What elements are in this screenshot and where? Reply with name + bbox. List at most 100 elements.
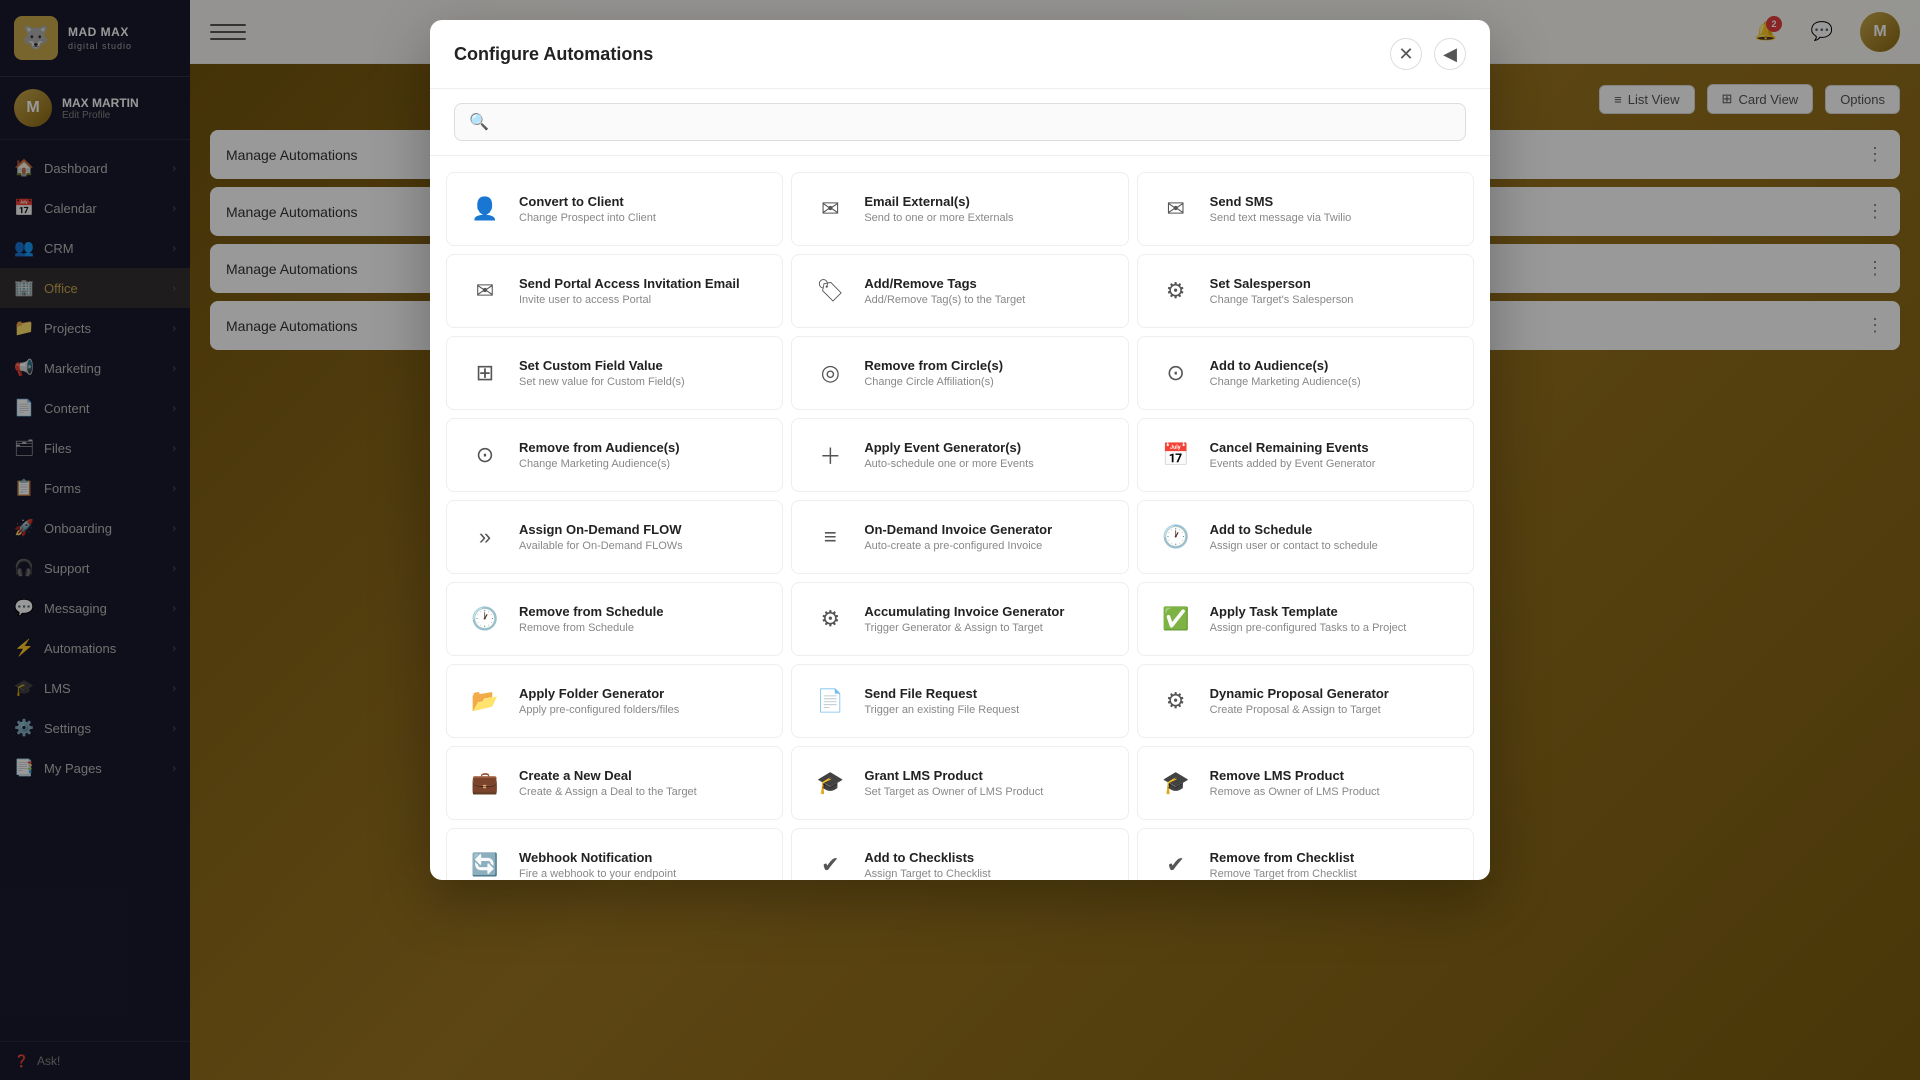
automation-item-icon: ◎ <box>810 353 850 393</box>
modal-close-button[interactable]: ✕ <box>1390 38 1422 70</box>
automation-item-remove-lms-product[interactable]: 🎓 Remove LMS Product Remove as Owner of … <box>1137 746 1474 820</box>
automation-item-title: Assign On-Demand FLOW <box>519 522 683 537</box>
back-icon: ◀ <box>1443 44 1457 65</box>
automation-item-title: Cancel Remaining Events <box>1210 440 1376 455</box>
automation-item-desc: Assign Target to Checklist <box>864 868 990 880</box>
automation-item-set-salesperson[interactable]: ⚙ Set Salesperson Change Target's Salesp… <box>1137 254 1474 328</box>
modal-search-bar: 🔍 <box>430 89 1490 156</box>
automation-item-title: Send File Request <box>864 686 1019 701</box>
automation-item-title: Send SMS <box>1210 194 1352 209</box>
automation-item-desc: Change Circle Affiliation(s) <box>864 376 1003 388</box>
automation-item-assign-on-demand-flow[interactable]: » Assign On-Demand FLOW Available for On… <box>446 500 783 574</box>
search-icon: 🔍 <box>469 112 489 132</box>
automation-item-apply-task-template[interactable]: ✅ Apply Task Template Assign pre-configu… <box>1137 582 1474 656</box>
automation-item-desc: Available for On-Demand FLOWs <box>519 540 683 552</box>
automation-grid: 👤 Convert to Client Change Prospect into… <box>430 156 1490 880</box>
automation-item-title: Remove from Checklist <box>1210 850 1357 865</box>
automation-item-desc: Change Prospect into Client <box>519 212 656 224</box>
automation-item-icon: ＋ <box>810 435 850 475</box>
automation-item-icon: 🕐 <box>465 599 505 639</box>
automation-item-desc: Add/Remove Tag(s) to the Target <box>864 294 1025 306</box>
automation-item-icon: 🔄 <box>465 845 505 880</box>
modal-overlay[interactable]: Configure Automations ✕ ◀ 🔍 👤 Convert to… <box>0 0 1920 1080</box>
automation-item-set-custom-field[interactable]: ⊞ Set Custom Field Value Set new value f… <box>446 336 783 410</box>
automation-item-grant-lms-product[interactable]: 🎓 Grant LMS Product Set Target as Owner … <box>791 746 1128 820</box>
automation-item-desc: Change Marketing Audience(s) <box>1210 376 1361 388</box>
automation-item-desc: Auto-create a pre-configured Invoice <box>864 540 1052 552</box>
automation-item-desc: Change Target's Salesperson <box>1210 294 1354 306</box>
automation-item-title: Add to Schedule <box>1210 522 1378 537</box>
automation-item-send-file-request[interactable]: 📄 Send File Request Trigger an existing … <box>791 664 1128 738</box>
automation-item-desc: Change Marketing Audience(s) <box>519 458 680 470</box>
automation-item-title: Accumulating Invoice Generator <box>864 604 1064 619</box>
automation-item-apply-folder-generator[interactable]: 📂 Apply Folder Generator Apply pre-confi… <box>446 664 783 738</box>
automation-item-send-portal-access[interactable]: ✉ Send Portal Access Invitation Email In… <box>446 254 783 328</box>
automation-item-remove-from-circle[interactable]: ◎ Remove from Circle(s) Change Circle Af… <box>791 336 1128 410</box>
automation-item-desc: Set new value for Custom Field(s) <box>519 376 685 388</box>
automation-item-icon: 🎓 <box>1156 763 1196 803</box>
search-input-wrap: 🔍 <box>454 103 1466 141</box>
automation-item-remove-from-audiences[interactable]: ⊙ Remove from Audience(s) Change Marketi… <box>446 418 783 492</box>
automation-item-title: Webhook Notification <box>519 850 676 865</box>
automation-item-desc: Set Target as Owner of LMS Product <box>864 786 1043 798</box>
automation-item-icon: 🕐 <box>1156 517 1196 557</box>
automation-item-title: On-Demand Invoice Generator <box>864 522 1052 537</box>
automation-item-dynamic-proposal-generator[interactable]: ⚙ Dynamic Proposal Generator Create Prop… <box>1137 664 1474 738</box>
automation-item-desc: Auto-schedule one or more Events <box>864 458 1033 470</box>
automation-item-add-to-schedule[interactable]: 🕐 Add to Schedule Assign user or contact… <box>1137 500 1474 574</box>
automation-item-add-remove-tags[interactable]: 🏷 Add/Remove Tags Add/Remove Tag(s) to t… <box>791 254 1128 328</box>
automation-item-on-demand-invoice-generator[interactable]: ≡ On-Demand Invoice Generator Auto-creat… <box>791 500 1128 574</box>
automation-item-icon: ✅ <box>1156 599 1196 639</box>
automation-item-icon: ⚙ <box>810 599 850 639</box>
automation-item-cancel-remaining-events[interactable]: 📅 Cancel Remaining Events Events added b… <box>1137 418 1474 492</box>
automation-item-convert-to-client[interactable]: 👤 Convert to Client Change Prospect into… <box>446 172 783 246</box>
automation-item-desc: Events added by Event Generator <box>1210 458 1376 470</box>
close-icon: ✕ <box>1398 44 1413 65</box>
automation-item-desc: Invite user to access Portal <box>519 294 740 306</box>
automation-item-create-new-deal[interactable]: 💼 Create a New Deal Create & Assign a De… <box>446 746 783 820</box>
automation-item-title: Grant LMS Product <box>864 768 1043 783</box>
automation-item-email-externals[interactable]: ✉ Email External(s) Send to one or more … <box>791 172 1128 246</box>
modal-title: Configure Automations <box>454 44 653 65</box>
automation-item-title: Apply Task Template <box>1210 604 1407 619</box>
automation-item-add-to-audiences[interactable]: ⊙ Add to Audience(s) Change Marketing Au… <box>1137 336 1474 410</box>
automation-item-icon: ⊙ <box>1156 353 1196 393</box>
automation-item-remove-from-schedule[interactable]: 🕐 Remove from Schedule Remove from Sched… <box>446 582 783 656</box>
automation-item-title: Remove from Schedule <box>519 604 664 619</box>
automation-item-title: Set Custom Field Value <box>519 358 685 373</box>
automation-item-desc: Assign pre-configured Tasks to a Project <box>1210 622 1407 634</box>
automation-item-desc: Remove as Owner of LMS Product <box>1210 786 1380 798</box>
automation-item-desc: Send text message via Twilio <box>1210 212 1352 224</box>
automation-item-icon: 🎓 <box>810 763 850 803</box>
automation-item-icon: 📄 <box>810 681 850 721</box>
automation-item-desc: Remove from Schedule <box>519 622 664 634</box>
automation-item-send-sms[interactable]: ✉ Send SMS Send text message via Twilio <box>1137 172 1474 246</box>
automation-item-accumulating-invoice-generator[interactable]: ⚙ Accumulating Invoice Generator Trigger… <box>791 582 1128 656</box>
automation-item-desc: Create Proposal & Assign to Target <box>1210 704 1389 716</box>
modal-header: Configure Automations ✕ ◀ <box>430 20 1490 89</box>
modal-header-actions: ✕ ◀ <box>1390 38 1466 70</box>
automation-item-desc: Apply pre-configured folders/files <box>519 704 679 716</box>
automation-item-desc: Send to one or more Externals <box>864 212 1013 224</box>
modal-back-button[interactable]: ◀ <box>1434 38 1466 70</box>
automation-item-remove-from-checklist[interactable]: ✔ Remove from Checklist Remove Target fr… <box>1137 828 1474 880</box>
automation-item-icon: ✉ <box>465 271 505 311</box>
automation-item-title: Convert to Client <box>519 194 656 209</box>
automation-item-desc: Trigger an existing File Request <box>864 704 1019 716</box>
automation-item-title: Set Salesperson <box>1210 276 1354 291</box>
automation-item-apply-event-generator[interactable]: ＋ Apply Event Generator(s) Auto-schedule… <box>791 418 1128 492</box>
search-input[interactable] <box>499 114 1451 130</box>
automation-item-icon: ✉ <box>810 189 850 229</box>
automation-item-title: Apply Folder Generator <box>519 686 679 701</box>
automation-item-icon: ⊞ <box>465 353 505 393</box>
automation-item-webhook-notification[interactable]: 🔄 Webhook Notification Fire a webhook to… <box>446 828 783 880</box>
automation-item-desc: Assign user or contact to schedule <box>1210 540 1378 552</box>
automation-item-icon: 📅 <box>1156 435 1196 475</box>
automation-item-icon: 🏷 <box>810 271 850 311</box>
automation-item-icon: ⚙ <box>1156 681 1196 721</box>
automation-item-title: Email External(s) <box>864 194 1013 209</box>
automation-item-add-to-checklists[interactable]: ✔ Add to Checklists Assign Target to Che… <box>791 828 1128 880</box>
automation-item-icon: ✉ <box>1156 189 1196 229</box>
automation-item-icon: ✔ <box>810 845 850 880</box>
automation-item-desc: Create & Assign a Deal to the Target <box>519 786 697 798</box>
